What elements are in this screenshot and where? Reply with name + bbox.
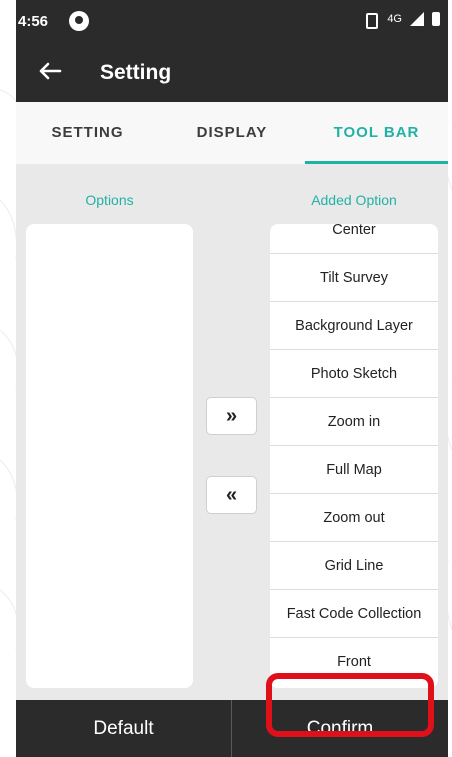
page-title: Setting [100,61,172,84]
tab-display[interactable]: DISPLAY [159,102,305,164]
added-item-zoom-in[interactable]: Zoom in [270,398,438,446]
app-bar: Setting [16,44,448,102]
added-item-photo-sketch[interactable]: Photo Sketch [270,350,438,398]
added-option-title: Added Option [311,192,397,208]
added-item-tilt-survey[interactable]: Tilt Survey [270,254,438,302]
status-icons: 4G [361,12,440,29]
added-item-background-layer[interactable]: Background Layer [270,302,438,350]
remove-option-button[interactable]: « [206,476,257,514]
added-item-full-map[interactable]: Full Map [270,446,438,494]
status-bar: 4:56 4G [16,0,448,44]
added-option-list[interactable]: Center Tilt Survey Background Layer Phot… [270,224,438,688]
options-list[interactable] [26,224,193,688]
highlight-box-front [266,673,434,737]
options-title: Options [85,192,134,208]
battery-icon [432,12,440,26]
vibrate-icon [361,12,379,29]
tab-bar: SETTING DISPLAY TOOL BAR [16,102,448,164]
phone-screen: 4:56 4G Setting SETTING DISPLAY TOOL BAR… [16,0,448,757]
added-item-fast-code-collection[interactable]: Fast Code Collection [270,590,438,638]
network-type: 4G [387,13,402,25]
add-option-button[interactable]: » [206,397,257,435]
back-arrow-icon[interactable] [34,55,66,87]
added-item-zoom-out[interactable]: Zoom out [270,494,438,542]
tab-setting[interactable]: SETTING [16,102,159,164]
added-item-grid-line[interactable]: Grid Line [270,542,438,590]
default-button[interactable]: Default [16,700,231,757]
signal-icon [410,12,424,26]
toolbar-settings-content: Options Added Option Center Tilt Survey … [16,164,448,700]
added-item-center[interactable]: Center [270,224,438,254]
notification-app-icon [69,11,89,31]
tab-tool-bar[interactable]: TOOL BAR [305,102,448,164]
status-time: 4:56 [18,13,49,30]
